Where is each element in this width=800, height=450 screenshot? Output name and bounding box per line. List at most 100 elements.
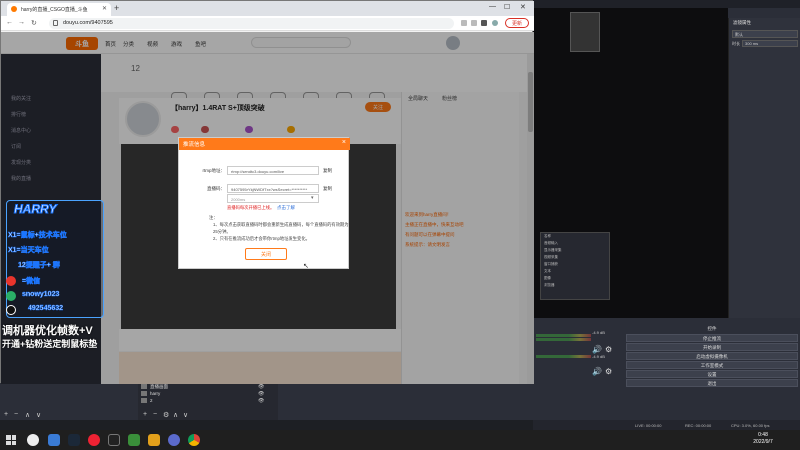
source-settings-icon[interactable]: ⚙ bbox=[163, 411, 169, 419]
clock-date: 2022/9/7 bbox=[753, 439, 773, 445]
weibo-icon bbox=[6, 276, 16, 286]
studio-mode-button[interactable]: 工作室模式 bbox=[626, 361, 798, 369]
mouse-cursor: ↖ bbox=[303, 263, 309, 270]
source-row[interactable]: 文本 bbox=[544, 269, 551, 274]
close-tab-icon[interactable]: ✕ bbox=[102, 5, 107, 12]
url-field[interactable]: douyu.com/9407595 bbox=[49, 18, 454, 29]
taskbar-steam-icon[interactable] bbox=[68, 434, 80, 446]
volume-icon[interactable]: 🔊 bbox=[592, 367, 602, 376]
dialog-header: 推流信息 × bbox=[179, 138, 350, 150]
copy-key-button[interactable]: 复制 bbox=[323, 186, 332, 192]
overlay-caption-2: 开通+钻粉送定制鼠标垫 bbox=[2, 339, 98, 349]
volume-icon[interactable]: 🔊 bbox=[592, 345, 602, 354]
overlay-brand: HARRY bbox=[13, 202, 57, 217]
windows-start-icon[interactable] bbox=[6, 435, 16, 445]
copy-rtmp-button[interactable]: 复制 bbox=[323, 168, 332, 174]
overlay-line-5: snowy1023 bbox=[22, 291, 60, 299]
bookmark-icon[interactable] bbox=[471, 20, 477, 26]
overlay-caption-1: 调机器优化帧数+V bbox=[2, 325, 93, 337]
monitor-icon bbox=[141, 384, 147, 389]
taskbar-explorer-icon[interactable] bbox=[48, 434, 60, 446]
note-line-2: 2、只有在推流成功后才会带你rtmp地址发生变化。 bbox=[213, 236, 310, 241]
maximize-icon[interactable]: ☐ bbox=[504, 3, 510, 11]
source-row[interactable]: 窗口捕获 bbox=[544, 262, 558, 267]
filter-select[interactable]: 默认 bbox=[732, 30, 798, 38]
delay-input[interactable]: 300 ms bbox=[742, 40, 798, 47]
source-row[interactable]: 音频输入 bbox=[544, 241, 558, 246]
stream-key-field[interactable]: 9407595rYkjNWDfTxx?wsSecret=********** bbox=[227, 184, 319, 193]
learn-more-link[interactable]: 点击了解 bbox=[277, 205, 295, 211]
move-down-icon[interactable]: ∨ bbox=[36, 411, 41, 419]
overlay-line-4: =微信 bbox=[22, 278, 41, 286]
profile-icon[interactable] bbox=[492, 20, 498, 26]
source-row[interactable]: 浏览器 bbox=[544, 283, 555, 288]
status-rec: REC: 00:00:00 bbox=[685, 423, 712, 428]
scene-item[interactable]: 2 bbox=[150, 398, 153, 403]
taskbar-app-icon[interactable] bbox=[128, 434, 140, 446]
qq-icon bbox=[6, 305, 16, 315]
virtual-camera-button[interactable]: 启动虚拟摄像机 bbox=[626, 352, 798, 360]
obs-dock-area bbox=[278, 383, 533, 420]
update-button[interactable]: 更新 bbox=[505, 18, 529, 28]
exit-button[interactable]: 退出 bbox=[626, 379, 798, 387]
minimize-icon[interactable]: — bbox=[489, 3, 496, 10]
source-row[interactable]: 名称 bbox=[544, 234, 551, 239]
status-cpu: CPU: 3.0%, 60.00 fps bbox=[731, 423, 770, 428]
source-row[interactable]: 显示器采集 bbox=[544, 248, 562, 253]
stop-stream-button[interactable]: 停止推流 bbox=[626, 334, 798, 342]
eye-icon[interactable]: 👁 bbox=[258, 384, 264, 390]
taskbar-obs-icon[interactable] bbox=[27, 434, 39, 446]
new-tab-icon[interactable]: + bbox=[114, 3, 119, 13]
remove-source-icon[interactable]: − bbox=[153, 411, 157, 418]
obs-status-bar: LIVE: 00:00:00 REC: 00:00:00 CPU: 3.0%, … bbox=[533, 420, 800, 430]
remove-icon[interactable]: − bbox=[14, 411, 18, 418]
gear-icon[interactable]: ⚙ bbox=[605, 367, 612, 376]
audio-meter bbox=[536, 334, 591, 337]
scene-item[interactable]: harry bbox=[150, 391, 160, 396]
start-recording-button[interactable]: 开始录制 bbox=[626, 343, 798, 351]
clock-time: 0:48 bbox=[758, 432, 768, 438]
add-icon[interactable]: + bbox=[4, 411, 8, 418]
move-up-icon[interactable]: ∧ bbox=[173, 411, 178, 419]
close-window-icon[interactable]: ✕ bbox=[520, 3, 526, 11]
taskbar-app-icon[interactable] bbox=[148, 434, 160, 446]
delay-label: 时长 bbox=[732, 41, 740, 46]
close-button[interactable]: 关闭 bbox=[245, 248, 287, 260]
move-down-icon[interactable]: ∨ bbox=[183, 411, 188, 419]
taskbar-clock[interactable]: 0:48 2022/9/7 bbox=[748, 432, 778, 446]
eye-icon[interactable]: 👁 bbox=[258, 391, 264, 397]
rtmp-field[interactable]: rtmp://sendtc3.douyu.com/live bbox=[227, 166, 319, 175]
settings-button[interactable]: 设置 bbox=[626, 370, 798, 378]
taskbar-chrome-icon[interactable] bbox=[188, 434, 200, 446]
back-icon[interactable]: ← bbox=[6, 19, 13, 26]
add-source-icon[interactable]: + bbox=[143, 411, 147, 418]
close-icon[interactable]: × bbox=[342, 139, 346, 146]
douyu-favicon bbox=[11, 6, 17, 12]
delay-select[interactable]: 2000ms bbox=[227, 194, 319, 203]
mixer-db: -4.9 dB bbox=[592, 354, 605, 359]
source-row[interactable]: 视频采集 bbox=[544, 255, 558, 260]
audio-meter bbox=[536, 355, 591, 358]
taskbar-app-icon[interactable] bbox=[168, 434, 180, 446]
chevron-down-icon[interactable]: ▾ bbox=[311, 195, 314, 201]
stream-key-label: 直播码： bbox=[207, 186, 225, 191]
forward-icon[interactable]: → bbox=[18, 19, 25, 26]
taskbar-netease-icon[interactable] bbox=[88, 434, 100, 446]
mixer-db: -4.9 dB bbox=[592, 330, 605, 335]
taskbar-app-icon[interactable] bbox=[108, 434, 120, 446]
preview-thumbnail bbox=[570, 12, 600, 52]
scene-item[interactable]: 直播画面 bbox=[150, 384, 168, 390]
tab-strip: harry的直播_CSGO直播_斗鱼 ✕ + — ☐ ✕ bbox=[1, 1, 534, 16]
source-row[interactable]: 图像 bbox=[544, 276, 551, 281]
overlay-line-6: 492545632 bbox=[28, 305, 64, 313]
filter-properties-title: 滤镜属性 bbox=[733, 20, 751, 25]
gear-icon[interactable]: ⚙ bbox=[605, 345, 612, 354]
browser-tab[interactable]: harry的直播_CSGO直播_斗鱼 ✕ bbox=[7, 3, 111, 16]
eye-icon[interactable]: 👁 bbox=[258, 398, 264, 404]
reload-icon[interactable]: ↻ bbox=[31, 19, 37, 27]
overlay-line-3: 12提醒子+ 群 bbox=[18, 262, 60, 270]
extension-icon[interactable] bbox=[461, 20, 467, 26]
extensions-icon[interactable] bbox=[481, 20, 487, 26]
tab-title: harry的直播_CSGO直播_斗鱼 bbox=[21, 7, 88, 13]
move-up-icon[interactable]: ∧ bbox=[25, 411, 30, 419]
